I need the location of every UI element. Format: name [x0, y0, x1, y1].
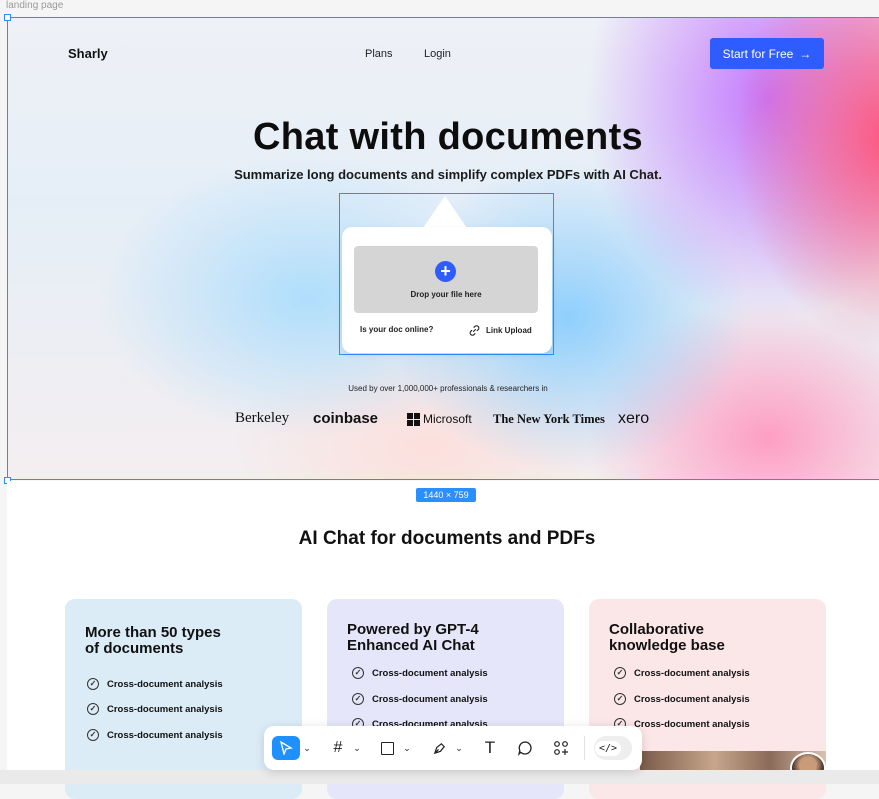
feature-item: ✓ Cross-document analysis	[614, 667, 750, 679]
feature-label: Cross-document analysis	[634, 693, 750, 705]
move-icon	[280, 741, 293, 755]
chevron-down-icon[interactable]: ⌄	[402, 736, 412, 760]
feature-item: ✓ Cross-document analysis	[87, 729, 223, 741]
feature-item: ✓ Cross-document analysis	[352, 693, 488, 705]
used-by-text: Used by over 1,000,000+ professionals & …	[348, 384, 548, 393]
link-icon	[469, 325, 480, 336]
feature-item: ✓ Cross-document analysis	[614, 693, 750, 705]
frame-label[interactable]: landing page	[6, 0, 63, 11]
link-upload-button[interactable]: Link Upload	[468, 324, 532, 337]
check-circle-icon: ✓	[87, 729, 99, 741]
card-title-line: Collaborative	[609, 621, 705, 638]
coinbase-logo: coinbase	[313, 410, 379, 427]
check-circle-icon: ✓	[87, 678, 99, 690]
hero-frame[interactable]: Sharly Plans Login Start for Free → Chat…	[7, 17, 879, 480]
nav-login[interactable]: Login	[424, 48, 451, 60]
card-title: More than 50 types of documents	[85, 625, 221, 657]
card-title-line: More than 50 types	[85, 624, 221, 641]
actions-tool-button[interactable]	[550, 736, 572, 760]
upload-card-notch	[423, 196, 467, 228]
feature-label: Cross-document analysis	[634, 667, 750, 679]
check-circle-icon: ✓	[614, 693, 626, 705]
pen-tool-button[interactable]	[428, 736, 450, 760]
text-icon[interactable]: T	[480, 736, 500, 760]
feature-label: Cross-document analysis	[107, 678, 223, 690]
link-upload-label: Link Upload	[486, 326, 532, 335]
rectangle-tool-button[interactable]	[378, 736, 396, 760]
feature-item: ✓ Cross-document analysis	[87, 678, 223, 690]
card-title: Collaborative knowledge base	[609, 622, 725, 654]
feature-item: ✓ Cross-document analysis	[87, 703, 223, 715]
actions-icon	[554, 741, 568, 755]
comment-tool-button[interactable]	[514, 736, 536, 760]
frame-size-badge: 1440 × 759	[416, 488, 476, 502]
selection-handle[interactable]	[4, 14, 11, 21]
chevron-down-icon[interactable]: ⌄	[352, 736, 362, 760]
card-title: Powered by GPT-4 Enhanced AI Chat	[347, 622, 479, 654]
plus-icon[interactable]: +	[435, 261, 456, 282]
pen-icon	[433, 742, 445, 754]
hero-subtitle: Summarize long documents and simplify co…	[234, 167, 662, 182]
chevron-down-icon[interactable]: ⌄	[302, 736, 312, 760]
brand-logo[interactable]: Sharly	[68, 46, 108, 61]
card-title-line: knowledge base	[609, 637, 725, 654]
microsoft-logo: Microsoft	[407, 412, 472, 426]
frame-icon[interactable]: #	[328, 736, 348, 760]
feature-item: ✓ Cross-document analysis	[352, 667, 488, 679]
doc-online-question: Is your doc online?	[360, 325, 434, 334]
feature-label: Cross-document analysis	[107, 703, 223, 715]
toolbar-divider	[584, 736, 585, 760]
chevron-down-icon[interactable]: ⌄	[454, 736, 464, 760]
check-circle-icon: ✓	[352, 693, 364, 705]
berkeley-logo: Berkeley	[235, 410, 290, 426]
card-title-line: Powered by GPT-4	[347, 621, 479, 638]
feature-label: Cross-document analysis	[372, 667, 488, 679]
check-circle-icon: ✓	[614, 667, 626, 679]
feature-label: Cross-document analysis	[634, 718, 750, 730]
check-circle-icon: ✓	[352, 667, 364, 679]
dev-mode-toggle[interactable]: </>	[594, 736, 632, 760]
bottom-strip	[0, 770, 879, 784]
move-tool-button[interactable]	[272, 736, 300, 760]
nav-plans[interactable]: Plans	[365, 48, 393, 60]
hero-title: Chat with documents	[253, 116, 643, 158]
card-title-line: of documents	[85, 640, 184, 657]
nyt-logo: The New York Times	[493, 412, 605, 426]
dev-mode-icon: </>	[594, 740, 622, 756]
arrow-right-icon: →	[799, 46, 812, 61]
drop-file-text: Drop your file here	[410, 290, 482, 299]
check-circle-icon: ✓	[87, 703, 99, 715]
cta-label: Start for Free	[722, 46, 794, 61]
section-title: AI Chat for documents and PDFs	[298, 528, 596, 549]
feature-label: Cross-document analysis	[107, 729, 223, 741]
microsoft-wordmark: Microsoft	[423, 412, 472, 426]
microsoft-squares-icon	[407, 412, 420, 426]
feature-label: Cross-document analysis	[372, 693, 488, 705]
rectangle-icon	[380, 741, 394, 755]
comment-icon	[517, 741, 532, 756]
design-toolbar: ⌄ # ⌄ ⌄ ⌄ T </>	[264, 726, 642, 770]
xero-logo: xero	[618, 410, 650, 427]
start-for-free-button[interactable]: Start for Free →	[710, 38, 824, 69]
card-title-line: Enhanced AI Chat	[347, 637, 475, 654]
